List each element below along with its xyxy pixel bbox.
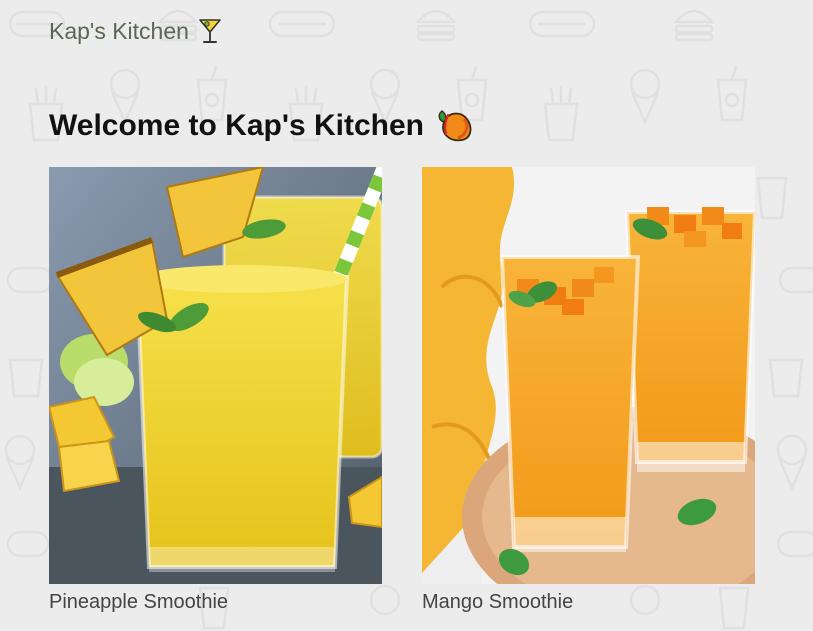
mango-smoothie-photo[interactable] — [422, 167, 755, 584]
fries-icon — [8, 358, 44, 398]
hotdog-icon — [778, 266, 813, 294]
cocktail-glass-icon — [199, 19, 221, 43]
fries-icon — [543, 86, 579, 142]
product-card-pineapple[interactable]: Pineapple Smoothie — [49, 167, 382, 614]
brand-header[interactable]: Kap's Kitchen — [49, 16, 223, 46]
hotdog-icon — [6, 266, 54, 294]
product-card-mango[interactable]: Mango Smoothie — [422, 167, 755, 614]
fries-icon — [768, 358, 804, 398]
hotdog-icon — [776, 530, 813, 558]
ice-cream-icon — [776, 434, 808, 492]
drink-cup-icon — [756, 176, 788, 220]
drink-cup-icon — [716, 65, 748, 122]
ice-cream-icon — [4, 434, 36, 492]
ice-cream-icon — [629, 68, 661, 126]
product-name[interactable]: Pineapple Smoothie — [49, 590, 382, 614]
hotdog-icon — [528, 10, 596, 38]
brand-name[interactable]: Kap's Kitchen — [49, 16, 189, 46]
pineapple-smoothie-photo[interactable] — [49, 167, 382, 584]
hotdog-icon — [6, 530, 50, 558]
page-title: Welcome to Kap's Kitchen — [49, 108, 474, 144]
page-title-text: Welcome to Kap's Kitchen — [49, 109, 424, 142]
mango-icon — [438, 110, 472, 142]
burger-icon — [673, 9, 715, 42]
hotdog-icon — [268, 10, 336, 38]
product-name[interactable]: Mango Smoothie — [422, 590, 755, 614]
burger-icon — [415, 9, 457, 42]
